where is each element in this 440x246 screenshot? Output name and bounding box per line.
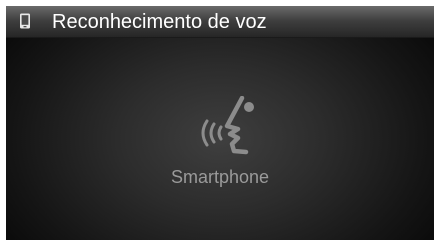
title-bar: Reconhecimento de voz	[6, 6, 434, 38]
phone-icon	[20, 13, 30, 29]
voice-recognition-panel: Smartphone	[6, 38, 434, 240]
voice-recognition-icon	[201, 96, 254, 155]
page-title: Reconhecimento de voz	[52, 11, 267, 33]
device-label: Smartphone	[170, 167, 270, 187]
display-screen: Reconhecimento de voz Smartphone	[6, 6, 434, 240]
